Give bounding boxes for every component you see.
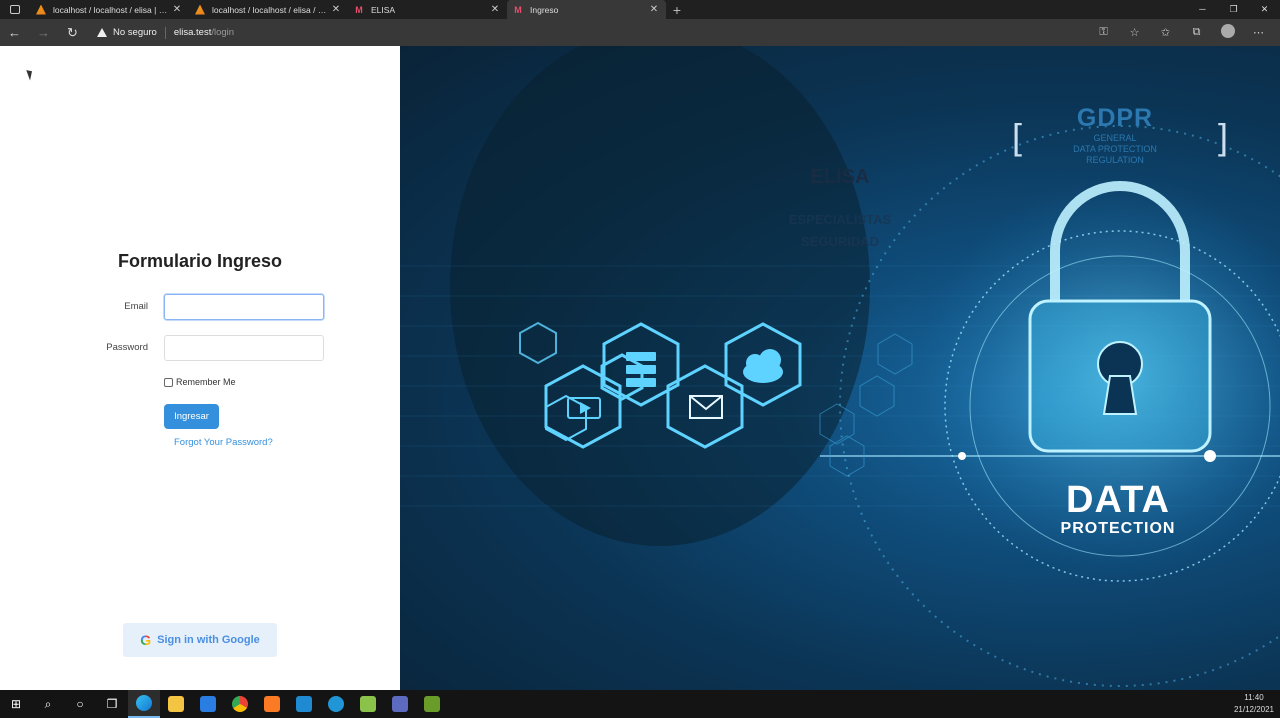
close-icon[interactable]: ✕ xyxy=(330,4,342,15)
forgot-password-link[interactable]: Forgot Your Password? xyxy=(174,437,273,448)
chrome-icon[interactable] xyxy=(224,690,256,718)
clock-time: 11:40 xyxy=(1244,693,1264,702)
remember-me-label[interactable]: Remember Me xyxy=(176,377,236,387)
gdpr-line: REGULATION xyxy=(1086,155,1144,165)
tab-title: Ingreso xyxy=(530,4,559,15)
minimize-icon[interactable]: ─ xyxy=(1187,0,1218,19)
address-bar: ← → ↻ No seguro elisa.test/login ⚿ ☆ ✩ ⧉… xyxy=(0,19,1280,46)
url-path[interactable]: /login xyxy=(211,27,234,38)
bracket-right: ] xyxy=(1218,116,1229,157)
address-bar-actions: ⚿ ☆ ✩ ⧉ ⋯ xyxy=(1088,19,1274,46)
divider xyxy=(164,26,166,39)
hero-image: ELISA ESPECIALISTAS SEGURIDAD [ ] GDPR G… xyxy=(400,46,1280,690)
collections-icon[interactable]: ⧉ xyxy=(1181,26,1212,39)
favorites-icon[interactable]: ✩ xyxy=(1150,26,1181,39)
terminal-icon[interactable] xyxy=(352,690,384,718)
password-label: Password xyxy=(106,342,148,353)
google-icon: G xyxy=(140,632,152,648)
phpmyadmin-icon xyxy=(36,4,46,15)
google-signin-button[interactable]: G Sign in with Google xyxy=(123,623,277,657)
clock-date: 21/12/2021 xyxy=(1233,705,1274,714)
browser-tab-active[interactable]: M Ingreso ✕ xyxy=(507,0,666,19)
cortana-icon[interactable]: ○ xyxy=(64,690,96,718)
tab-actions-button[interactable] xyxy=(0,0,30,19)
warning-icon[interactable] xyxy=(97,28,107,37)
browser-tab-bar: localhost / localhost / elisa | php ✕ lo… xyxy=(0,0,1280,19)
close-icon[interactable]: ✕ xyxy=(171,4,183,15)
remember-me-checkbox[interactable] xyxy=(164,377,173,387)
file-explorer-icon[interactable] xyxy=(160,690,192,718)
more-icon[interactable]: ⋯ xyxy=(1243,26,1274,39)
key-icon[interactable]: ⚿ xyxy=(1088,26,1119,39)
bracket-left: [ xyxy=(1012,116,1023,157)
browser-tab[interactable]: localhost / localhost / elisa / use ✕ xyxy=(189,0,348,19)
tab-actions-icon xyxy=(10,5,20,14)
elisa-icon: M xyxy=(355,4,363,15)
password-field[interactable] xyxy=(164,335,324,361)
elisa-icon: M xyxy=(514,4,522,15)
brand-tagline: ESPECIALISTAS SEGURIDAD xyxy=(770,209,910,253)
store-icon[interactable] xyxy=(192,690,224,718)
phpmyadmin-icon xyxy=(195,4,205,15)
gdpr-line: DATA PROTECTION xyxy=(1073,144,1157,154)
tagline-line: SEGURIDAD xyxy=(800,234,879,249)
reload-icon[interactable]: ↻ xyxy=(58,25,87,41)
xampp-icon[interactable] xyxy=(256,690,288,718)
search-icon[interactable]: ⌕ xyxy=(32,690,64,718)
vscode-icon[interactable] xyxy=(288,690,320,718)
tab-title: localhost / localhost / elisa | php xyxy=(53,4,171,15)
new-tab-button[interactable]: + xyxy=(666,2,688,18)
start-button[interactable]: ⊞ xyxy=(0,690,32,718)
window-controls: ─ ❐ ✕ xyxy=(1187,0,1280,19)
data-protection-label: DATA PROTECTION xyxy=(1048,480,1188,538)
url-field[interactable]: No seguro elisa.test/login xyxy=(97,23,234,43)
add-favorite-icon[interactable]: ☆ xyxy=(1119,26,1150,39)
browser-tab[interactable]: M ELISA ✕ xyxy=(348,0,507,19)
email-label: Email xyxy=(124,301,148,312)
edge-dev-icon[interactable] xyxy=(320,690,352,718)
brand-title: ELISA xyxy=(810,166,870,188)
close-icon[interactable]: ✕ xyxy=(489,4,501,15)
form-title: Formulario Ingreso xyxy=(117,251,283,271)
security-label[interactable]: No seguro xyxy=(113,27,157,38)
login-button[interactable]: Ingresar xyxy=(164,404,219,429)
gdpr-line: GENERAL xyxy=(1093,133,1137,143)
dp-subtitle: PROTECTION xyxy=(1060,520,1176,537)
task-view-icon[interactable]: ❒ xyxy=(96,690,128,718)
tab-title: localhost / localhost / elisa / use xyxy=(212,4,330,15)
login-panel: Formulario Ingreso Email Password Rememb… xyxy=(0,46,400,690)
google-signin-label: Sign in with Google xyxy=(157,634,260,646)
browser-tab[interactable]: localhost / localhost / elisa | php ✕ xyxy=(30,0,189,19)
gdpr-label: GDPR GENERAL DATA PROTECTION REGULATION xyxy=(1050,104,1180,166)
mouse-cursor-icon xyxy=(26,68,35,81)
app-icon[interactable] xyxy=(384,690,416,718)
close-icon[interactable]: ✕ xyxy=(648,4,660,15)
dp-title: DATA xyxy=(1066,479,1170,521)
email-field[interactable] xyxy=(164,294,324,320)
close-window-icon[interactable]: ✕ xyxy=(1249,0,1280,19)
remember-me-row[interactable]: Remember Me xyxy=(164,377,236,387)
gdpr-title: GDPR xyxy=(1076,104,1154,132)
restore-icon[interactable]: ❐ xyxy=(1218,0,1249,19)
back-icon[interactable]: ← xyxy=(0,25,29,40)
system-clock[interactable]: 11:40 21/12/2021 xyxy=(1234,692,1274,716)
git-icon[interactable] xyxy=(416,690,448,718)
forward-icon[interactable]: → xyxy=(29,25,58,40)
page-content: Formulario Ingreso Email Password Rememb… xyxy=(0,46,1280,690)
tagline-line: ESPECIALISTAS xyxy=(788,212,892,227)
profile-avatar[interactable] xyxy=(1212,24,1243,41)
edge-icon[interactable] xyxy=(128,690,160,718)
taskbar: ⊞ ⌕ ○ ❒ 11:40 21/12/2021 xyxy=(0,690,1280,718)
tab-title: ELISA xyxy=(371,4,396,15)
url-host[interactable]: elisa.test xyxy=(174,27,212,38)
